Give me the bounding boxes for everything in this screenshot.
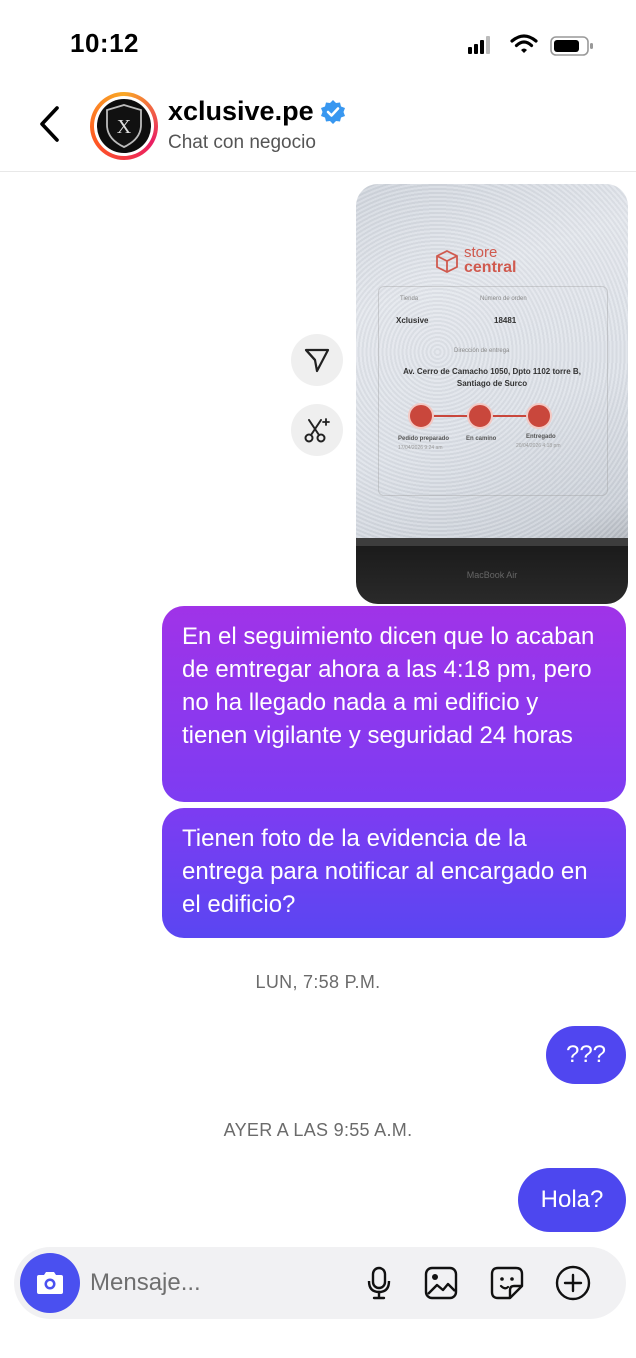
step-delivered-icon [526,403,552,429]
wifi-icon [510,34,538,53]
shield-logo-icon: X [106,104,142,148]
timestamp: LUN, 7:58 P.M. [255,972,381,992]
step1-date: 17/04/2026 9:24 am [398,445,443,451]
microphone-icon [367,1266,391,1300]
status-bar: 10:12 [0,0,636,80]
verified-badge-icon [320,99,345,124]
message-bubble[interactable]: Hola? [518,1168,626,1232]
paper-plane-icon [304,348,330,373]
message-bubble[interactable]: ??? [546,1026,626,1084]
direccion-line-1: Av. Cerro de Camacho 1050, Dpto 1102 tor… [403,367,581,376]
signal-icon [468,36,492,54]
logo-store-text: store [464,244,498,261]
gallery-button[interactable] [422,1264,460,1302]
message-bubble[interactable]: Tienen foto de la evidencia de la entreg… [162,808,626,938]
logo-central-text: central [464,259,517,277]
contact-subtitle: Chat con negocio [168,132,316,153]
step-truck-icon [467,403,493,429]
chat-header: X xclusive.pe Chat con negocio [0,80,636,172]
message-bubble[interactable]: En el seguimiento dicen que lo acaban de… [162,606,626,802]
image-icon [424,1266,458,1300]
step3-date: 20/04/2026 4:18 pm [516,443,561,449]
contact-name: xclusive.pe [168,96,314,126]
back-button[interactable] [32,102,66,146]
sticker-button[interactable] [488,1264,526,1302]
tienda-value: Xclusive [396,316,429,325]
contact-name-row[interactable]: xclusive.pe [168,96,346,127]
timestamp: AYER A LAS 9:55 A.M. [223,1120,413,1140]
orden-label: Número de orden [480,296,527,302]
laptop-label: MacBook Air [466,570,518,580]
battery-icon [550,36,593,56]
status-time: 10:12 [70,28,139,58]
direccion-label: Dirección de entrega [454,348,510,354]
direccion-line-2: Santiago de Surco [456,379,528,388]
avatar[interactable]: X [90,92,158,160]
camera-button[interactable] [20,1253,80,1313]
message-composer [14,1247,626,1319]
box-icon [436,249,458,273]
step3-label: Entregado [526,434,556,440]
message-input[interactable] [90,1265,340,1301]
laptop-bezel [356,538,628,546]
add-button[interactable] [554,1264,592,1302]
share-button[interactable] [291,334,343,386]
chevron-left-icon [40,106,59,142]
microphone-button[interactable] [360,1264,398,1302]
plus-circle-icon [555,1265,591,1301]
store-central-logo: store central [434,244,517,277]
tienda-label: Tienda [400,296,419,302]
remix-button[interactable] [291,404,343,456]
sticker-icon [490,1266,524,1300]
camera-icon [37,1272,63,1294]
avatar-letter: X [117,116,132,138]
orden-value: 18481 [494,316,517,325]
step2-label: En camino [466,436,497,442]
step-prepared-icon [408,403,434,429]
step1-label: Pedido preparado [398,436,450,442]
shared-photo[interactable]: store central Tienda Número de orden Xcl… [356,184,628,604]
scissors-sparkle-icon [304,418,330,443]
